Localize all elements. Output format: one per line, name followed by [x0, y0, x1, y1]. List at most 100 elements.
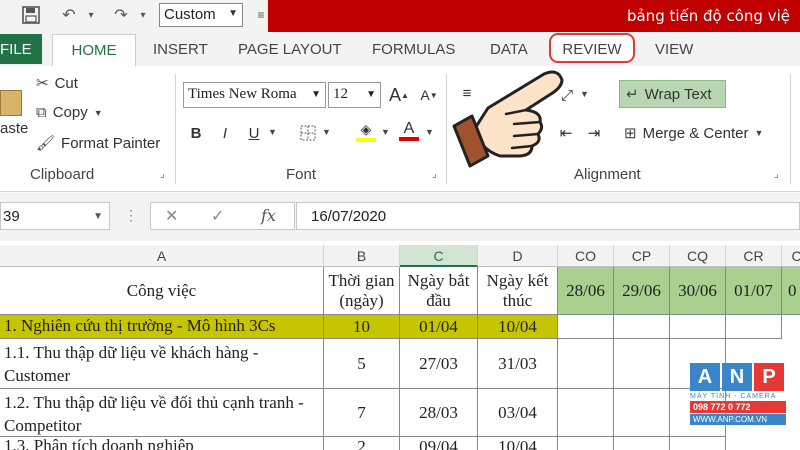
wrap-text-icon: ↵: [626, 86, 639, 103]
table-row-end[interactable]: 10/04: [478, 315, 558, 339]
tab-insert[interactable]: INSERT: [153, 41, 208, 58]
table-row-start[interactable]: 09/04: [400, 437, 478, 450]
shrink-font-button[interactable]: A ▼: [418, 84, 440, 106]
table-row-end[interactable]: 10/04: [478, 437, 558, 450]
tab-formulas[interactable]: FORMULAS: [372, 41, 455, 58]
timeline-cell[interactable]: [670, 437, 726, 450]
save-icon[interactable]: [20, 4, 42, 26]
timeline-cell[interactable]: [614, 339, 670, 389]
tab-file[interactable]: FILE: [0, 34, 42, 64]
column-header-cr[interactable]: CR: [726, 245, 782, 267]
dialog-launcher-icon[interactable]: ⌟: [774, 169, 779, 180]
title-banner: bảng tiến độ công việ: [268, 0, 800, 32]
increase-indent-icon[interactable]: ⇥: [583, 122, 605, 144]
font-color-icon[interactable]: A: [398, 120, 420, 142]
timeline-cell[interactable]: [614, 315, 670, 339]
column-header-b[interactable]: B: [324, 245, 400, 267]
underline-button[interactable]: U: [243, 122, 265, 144]
chevron-down-icon[interactable]: ▼: [381, 127, 390, 137]
cut-button[interactable]: ✂ Cut: [36, 74, 78, 93]
scissors-icon: ✂: [36, 75, 49, 92]
column-header-cp[interactable]: CP: [614, 245, 670, 267]
column-header-co[interactable]: CO: [558, 245, 614, 267]
clipboard-group-label: Clipboard: [30, 166, 95, 183]
redo-dropdown-icon[interactable]: ▾: [132, 4, 154, 26]
timeline-cell[interactable]: [670, 315, 726, 339]
grow-font-button[interactable]: A ▲: [388, 84, 410, 106]
table-row-task[interactable]: 1.3. Phân tích doanh nghiệp: [0, 437, 324, 450]
column-header-d[interactable]: D: [478, 245, 558, 267]
column-header-cs[interactable]: C: [782, 245, 800, 267]
title-bar: ↶ ▾ ↷ ▾ Custom ▼ ≡ bảng tiến độ công việ: [0, 0, 800, 32]
table-row-task[interactable]: 1.1. Thu thập dữ liệu về khách hàng - Cu…: [0, 339, 324, 389]
tab-page-layout[interactable]: PAGE LAYOUT: [238, 41, 342, 58]
name-box[interactable]: 39 ▼: [0, 202, 110, 230]
column-header-c[interactable]: C: [400, 245, 478, 267]
table-row-task[interactable]: 1. Nghiên cứu thị trường - Mô hình 3Cs: [0, 315, 324, 339]
timeline-cell[interactable]: [558, 437, 614, 450]
dialog-launcher-icon[interactable]: ⌟: [432, 169, 437, 180]
italic-button[interactable]: I: [214, 122, 236, 144]
worksheet-grid[interactable]: A B C D CO CP CQ CR C Công việc Thời gia…: [0, 241, 800, 450]
timeline-cell[interactable]: [614, 389, 670, 437]
timeline-cell[interactable]: [558, 339, 614, 389]
header-cell-task[interactable]: Công việc: [0, 267, 324, 315]
fill-color-icon[interactable]: ◈: [355, 120, 377, 142]
column-header-a[interactable]: A: [0, 245, 324, 267]
cancel-icon[interactable]: ✕: [165, 206, 178, 226]
paste-button[interactable]: aste: [0, 90, 28, 137]
table-row-end[interactable]: 03/04: [478, 389, 558, 437]
timeline-cell[interactable]: [558, 315, 614, 339]
formula-buttons: ✕ ✓ fx: [150, 202, 295, 230]
chevron-down-icon: ▼: [93, 107, 103, 118]
bold-button[interactable]: B: [185, 122, 207, 144]
table-row-start[interactable]: 28/03: [400, 389, 478, 437]
anp-logo: A N P: [690, 363, 786, 391]
table-row-duration[interactable]: 5: [324, 339, 400, 389]
font-size-dropdown[interactable]: 12 ▼: [328, 82, 381, 108]
table-row-start[interactable]: 01/04: [400, 315, 478, 339]
date-cell[interactable]: 01/07: [726, 267, 782, 315]
chevron-down-icon[interactable]: ▼: [268, 127, 277, 137]
tab-view[interactable]: VIEW: [655, 41, 693, 58]
column-header-cq[interactable]: CQ: [670, 245, 726, 267]
format-painter-button[interactable]: 🖌 Format Painter: [36, 134, 160, 153]
table-row-start[interactable]: 27/03: [400, 339, 478, 389]
style-dropdown[interactable]: Custom ▼: [159, 3, 243, 27]
copy-icon: ⧉: [36, 104, 47, 121]
chevron-down-icon: ▼: [366, 89, 376, 100]
tab-home[interactable]: HOME: [52, 34, 136, 66]
chevron-down-icon[interactable]: ▼: [425, 127, 434, 137]
table-row-duration[interactable]: 10: [324, 315, 400, 339]
date-cell[interactable]: 30/06: [670, 267, 726, 315]
undo-dropdown-icon[interactable]: ▾: [80, 4, 102, 26]
wrap-text-button[interactable]: ↵ Wrap Text: [619, 80, 726, 108]
timeline-cell[interactable]: [614, 437, 670, 450]
chevron-down-icon: ▼: [228, 8, 238, 19]
table-row-task[interactable]: 1.2. Thu thập dữ liệu về đối thủ cạnh tr…: [0, 389, 324, 437]
undo-icon[interactable]: ↶: [58, 4, 80, 26]
insert-function-icon[interactable]: fx: [261, 206, 276, 225]
date-cell[interactable]: 28/06: [558, 267, 614, 315]
table-row-duration[interactable]: 7: [324, 389, 400, 437]
header-cell-start[interactable]: Ngày bắt đầu: [400, 267, 478, 315]
date-cell[interactable]: 0: [782, 267, 800, 315]
chevron-down-icon: ▼: [754, 128, 764, 138]
chevron-down-icon[interactable]: ▼: [322, 127, 331, 137]
font-name-dropdown[interactable]: Times New Roma ▼: [183, 82, 326, 108]
merge-center-button[interactable]: ⊞ Merge & Center ▼: [624, 124, 764, 143]
header-cell-duration[interactable]: Thời gian (ngày): [324, 267, 400, 315]
copy-button[interactable]: ⧉ Copy ▼: [36, 104, 103, 121]
redo-icon[interactable]: ↷: [110, 4, 132, 26]
dialog-launcher-icon[interactable]: ⌟: [160, 169, 165, 180]
formula-input[interactable]: 16/07/2020: [296, 202, 800, 230]
table-row-end[interactable]: 31/03: [478, 339, 558, 389]
date-cell[interactable]: 29/06: [614, 267, 670, 315]
chevron-down-icon[interactable]: ▼: [580, 89, 589, 99]
borders-icon[interactable]: [297, 122, 319, 144]
timeline-cell[interactable]: [726, 315, 782, 339]
timeline-cell[interactable]: [558, 389, 614, 437]
header-cell-end[interactable]: Ngày kết thúc: [478, 267, 558, 315]
table-row-duration[interactable]: 2: [324, 437, 400, 450]
enter-icon[interactable]: ✓: [211, 206, 224, 226]
